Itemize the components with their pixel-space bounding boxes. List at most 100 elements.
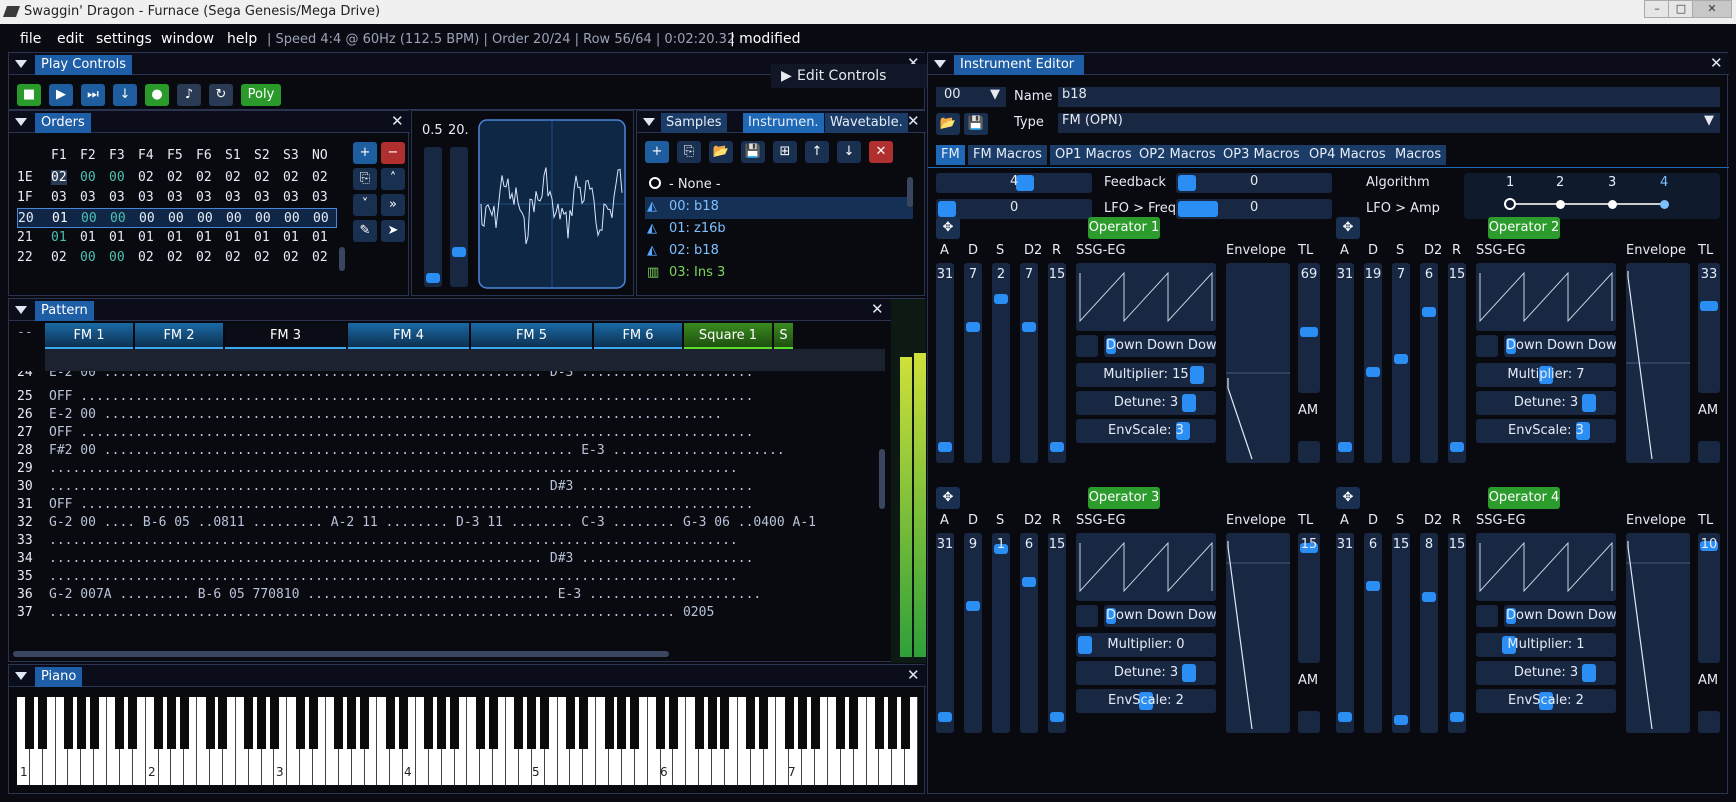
a-slider[interactable]: 31 <box>936 263 954 463</box>
detune-slider[interactable]: Detune: 3 <box>1076 391 1216 415</box>
list-item[interactable]: ◭ 02: b18 <box>645 241 913 263</box>
envscale-slider[interactable]: EnvScale: 3 <box>1076 419 1216 443</box>
black-key[interactable] <box>154 697 164 749</box>
order-cell[interactable]: 01 <box>196 230 212 245</box>
list-item[interactable]: ▥ 03: Ins 3 <box>645 263 913 285</box>
piano-keyboard[interactable]: 1 2 3 4 5 6 7 <box>17 697 918 785</box>
tab-fm-macros[interactable]: FM Macros <box>968 145 1047 165</box>
order-cell[interactable]: 02 <box>51 250 67 265</box>
pattern-row[interactable]: 25 OFF ..................................… <box>13 389 885 407</box>
feedback-slider[interactable]: 4 <box>936 173 1092 193</box>
order-cell[interactable]: 00 <box>110 211 126 226</box>
order-cell[interactable]: 03 <box>254 190 270 205</box>
menu-file[interactable]: file <box>20 31 41 47</box>
r-slider[interactable]: 15 <box>1448 533 1466 733</box>
black-key[interactable] <box>450 697 460 749</box>
order-cell[interactable]: 01 <box>312 230 328 245</box>
order-cell[interactable]: 00 <box>197 211 213 226</box>
order-cell[interactable]: 02 <box>254 170 270 185</box>
volume-slider-left[interactable] <box>424 147 442 287</box>
order-cell[interactable]: 00 <box>226 211 242 226</box>
order-cell[interactable]: 03 <box>51 190 67 205</box>
pattern-row[interactable]: 24 E-2 00 ...............................… <box>13 371 885 389</box>
black-key[interactable] <box>360 697 370 749</box>
play-button[interactable]: ▶ <box>49 84 73 106</box>
black-key[interactable] <box>849 697 859 749</box>
ssg-eg-checkbox[interactable] <box>1476 605 1498 627</box>
ssg-eg-checkbox[interactable] <box>1076 605 1098 627</box>
order-cell[interactable]: 01 <box>283 230 299 245</box>
black-key[interactable] <box>540 697 550 749</box>
envscale-slider[interactable]: EnvScale: 2 <box>1076 689 1216 713</box>
order-row[interactable]: 1F 03 03 03 03 03 03 03 03 03 03 <box>17 188 337 208</box>
order-cell[interactable]: 00 <box>313 211 329 226</box>
tl-slider[interactable]: 10 <box>1698 533 1720 663</box>
algorithm-slider[interactable]: 0 <box>1176 173 1332 193</box>
d-slider[interactable]: 7 <box>964 263 982 463</box>
black-key[interactable] <box>424 697 434 749</box>
black-key[interactable] <box>578 697 588 749</box>
pattern-row[interactable]: 32 G-2 00 .... B-6 05 ..0811 ......... A-… <box>13 515 885 533</box>
maximize-button[interactable]: □ <box>1668 0 1694 18</box>
tab-fm[interactable]: FM <box>936 145 965 165</box>
mult-slider[interactable]: Multiplier: 0 <box>1076 633 1216 657</box>
black-key[interactable] <box>514 697 524 749</box>
d2-slider[interactable]: 6 <box>1420 263 1438 463</box>
collapse-icon[interactable] <box>15 118 27 126</box>
pattern-row[interactable]: 29......................................… <box>13 461 885 479</box>
collapse-icon[interactable] <box>643 118 655 126</box>
black-key[interactable] <box>527 697 537 749</box>
tab-wavetables[interactable]: Wavetable. <box>825 113 908 133</box>
duplicate-order-button[interactable]: ⎘ <box>353 168 377 190</box>
black-key[interactable] <box>295 697 305 749</box>
ssg-eg-mode-slider[interactable]: Down Down Down <box>1104 335 1216 357</box>
black-key[interactable] <box>25 697 35 749</box>
order-cell[interactable]: 00 <box>168 211 184 226</box>
step-button[interactable]: ⏭ <box>81 84 105 106</box>
order-cell[interactable]: 02 <box>225 170 241 185</box>
detune-slider[interactable]: Detune: 3 <box>1476 661 1616 685</box>
order-cell[interactable]: 02 <box>167 170 183 185</box>
tab-op1-macros[interactable]: OP1 Macros <box>1050 145 1137 165</box>
envscale-slider[interactable]: EnvScale: 2 <box>1476 689 1616 713</box>
order-cell[interactable]: 01 <box>138 230 154 245</box>
black-key[interactable] <box>565 697 575 749</box>
order-cell[interactable]: 03 <box>167 190 183 205</box>
black-key[interactable] <box>475 697 485 749</box>
pattern-row[interactable]: 35......................................… <box>13 569 885 587</box>
order-cell[interactable]: 01 <box>254 230 270 245</box>
r-slider[interactable]: 15 <box>1048 263 1066 463</box>
save-icon[interactable]: 💾 <box>741 141 765 163</box>
a-slider[interactable]: 31 <box>1336 263 1354 463</box>
close-icon[interactable]: ✕ <box>907 112 920 130</box>
pattern-row[interactable]: 28 F#2 00 ...............................… <box>13 443 885 461</box>
tl-slider[interactable]: 69 <box>1298 263 1320 393</box>
orders-scrollbar[interactable] <box>339 247 345 271</box>
envscale-slider[interactable]: EnvScale: 3 <box>1476 419 1616 443</box>
black-key[interactable] <box>76 697 86 749</box>
tab-macros[interactable]: Macros <box>1390 145 1447 165</box>
d-slider[interactable]: 9 <box>964 533 982 733</box>
black-key[interactable] <box>89 697 99 749</box>
tab-op2-macros[interactable]: OP2 Macros <box>1134 145 1221 165</box>
black-key[interactable] <box>836 697 846 749</box>
order-cell[interactable]: 01 <box>80 230 96 245</box>
black-key[interactable] <box>759 697 769 749</box>
black-key[interactable] <box>874 697 884 749</box>
piano-tab[interactable]: Piano <box>35 667 83 687</box>
order-cell[interactable]: 03 <box>109 190 125 205</box>
metronome-button[interactable]: ♪ <box>177 84 201 106</box>
black-key[interactable] <box>784 697 794 749</box>
s-slider[interactable]: 15 <box>1392 533 1410 733</box>
order-cell[interactable]: 02 <box>51 170 67 185</box>
channel-header[interactable]: FM 2 <box>135 323 223 349</box>
close-window-button[interactable]: ✕ <box>1692 0 1732 18</box>
channel-header[interactable]: FM 4 <box>348 323 469 349</box>
order-row[interactable]: 21 01 01 01 01 01 01 01 01 01 01 <box>17 228 337 248</box>
channel-header[interactable]: FM 3 <box>225 323 346 349</box>
black-key[interactable] <box>128 697 138 749</box>
move-bottom-order-button[interactable]: » <box>381 194 405 216</box>
edit-controls-header[interactable]: ▶ Edit Controls <box>771 64 941 88</box>
black-key[interactable] <box>617 697 627 749</box>
instrument-scrollbar[interactable] <box>907 177 913 207</box>
